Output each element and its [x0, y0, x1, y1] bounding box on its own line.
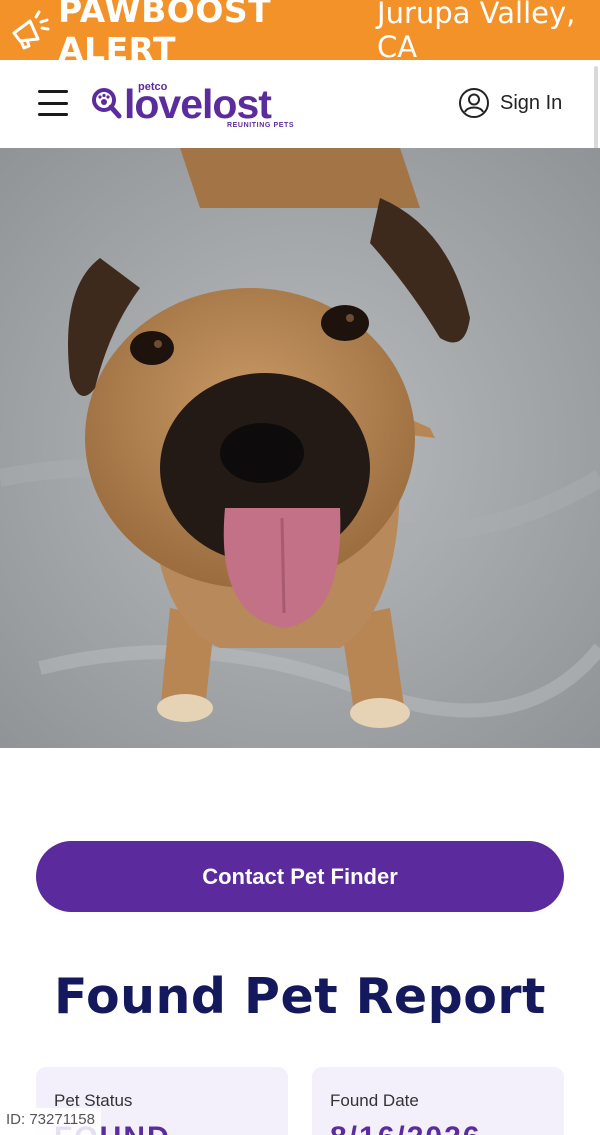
alert-location: Jurupa Valley, CA	[377, 0, 576, 64]
search-paw-icon	[92, 88, 122, 119]
sign-in-label: Sign In	[500, 91, 563, 114]
lovelost-logo[interactable]: petco lovelost REUNITING PETS	[90, 78, 310, 134]
pawboost-alert-bar: PAWBOOST ALERT Jurupa Valley, CA	[0, 0, 600, 69]
user-circle-icon	[459, 88, 489, 118]
sign-in-button[interactable]: Sign In	[458, 87, 562, 119]
hamburger-menu-icon[interactable]	[38, 90, 68, 116]
found-date-card: Found Date 8/16/2026	[312, 1067, 564, 1135]
dog-photo	[0, 148, 600, 748]
contact-pet-finder-button[interactable]: Contact Pet Finder	[36, 841, 564, 912]
megaphone-icon	[8, 7, 50, 53]
site-header: petco lovelost REUNITING PETS Sign In	[0, 60, 600, 148]
found-date-value: 8/16/2026	[330, 1121, 546, 1135]
found-date-label: Found Date	[330, 1091, 419, 1110]
alert-title: PAWBOOST ALERT	[58, 0, 272, 69]
logo-tagline: REUNITING PETS	[227, 122, 295, 129]
report-id: ID: 73271158	[0, 1108, 101, 1135]
page-title: Found Pet Report	[54, 968, 546, 1025]
logo-brand-text: lovelost	[124, 81, 272, 127]
pet-photo	[0, 148, 600, 748]
